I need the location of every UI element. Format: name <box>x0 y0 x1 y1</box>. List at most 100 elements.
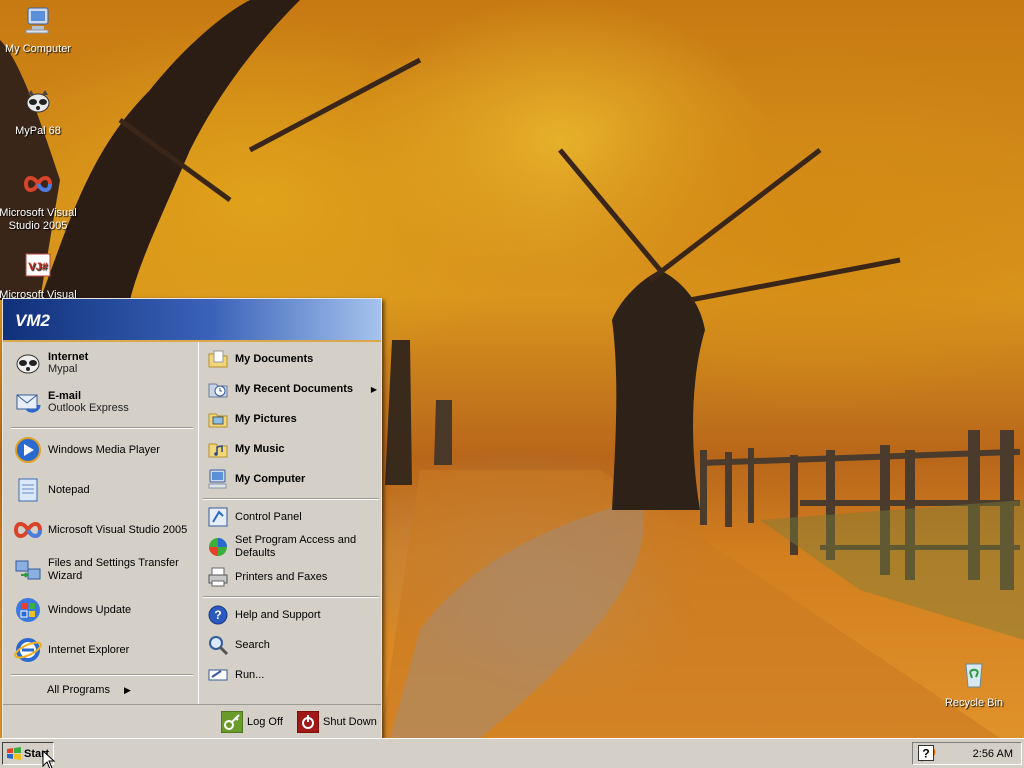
clock[interactable]: 2:56 AM <box>973 748 1013 760</box>
program-access-defaults-item[interactable]: Set Program Access and Defaults <box>207 532 377 562</box>
log-off-label: Log Off <box>247 716 283 728</box>
my-computer-icon <box>25 7 49 34</box>
setting-label: Set Program Access and Defaults <box>235 534 357 559</box>
place-my-computer[interactable]: My Computer <box>207 466 305 492</box>
visual-j-sharp-icon: VJ# <box>25 253 51 277</box>
svg-text:?: ? <box>214 608 221 622</box>
windows-logo-icon <box>7 746 21 760</box>
recent-item-label: Notepad <box>48 484 90 496</box>
desktop-icon-label: Recycle Bin <box>944 697 1004 709</box>
all-programs-label: All Programs <box>47 684 110 696</box>
recent-documents-icon <box>208 383 228 398</box>
start-menu-user-header: VM2 <box>3 299 381 342</box>
place-my-recent-documents[interactable]: My Recent Documents ▶ <box>207 376 381 402</box>
desktop-icon-visual-j[interactable]: VJ# Microsoft Visual <box>0 250 78 302</box>
place-my-music[interactable]: My Music <box>207 436 285 462</box>
key-icon <box>221 711 243 733</box>
folder-documents-icon <box>208 350 228 368</box>
raccoon-icon <box>16 354 40 374</box>
recent-item-label: Windows Media Player <box>48 444 160 456</box>
recent-item-label: Microsoft Visual Studio 2005 <box>48 524 188 536</box>
raccoon-icon <box>26 90 50 113</box>
tool-label: Run... <box>235 669 265 681</box>
arrow-right-icon: ▶ <box>370 384 377 394</box>
recent-files-settings-transfer[interactable]: Files and Settings Transfer Wizard <box>13 554 193 586</box>
search-item[interactable]: Search <box>207 632 270 658</box>
desktop-icon-mypal[interactable]: MyPal 68 <box>0 86 78 138</box>
internet-explorer-icon <box>14 638 42 662</box>
pinned-item-subtitle: Outlook Express <box>48 402 129 414</box>
control-panel-item[interactable]: Control Panel <box>207 504 302 530</box>
help-tray-icon[interactable]: ? <box>918 745 934 761</box>
start-menu-programs-column: Internet Mypal E-mail Outlook Express Wi… <box>3 342 198 704</box>
desktop-icon-visual-studio-2005[interactable]: Microsoft Visual Studio 2005 <box>0 168 78 233</box>
outlook-express-icon <box>16 394 41 413</box>
run-icon <box>208 669 228 681</box>
start-menu-places-column: My Documents My Recent Documents ▶ My Pi… <box>198 342 381 704</box>
recent-internet-explorer[interactable]: Internet Explorer <box>13 634 129 666</box>
desktop-icon-my-computer[interactable]: My Computer <box>0 4 78 56</box>
program-defaults-icon <box>209 538 227 556</box>
shut-down-label: Shut Down <box>323 716 377 728</box>
desktop-icon-label: My Computer <box>4 43 72 55</box>
control-panel-icon <box>208 507 228 527</box>
recycle-bin-icon <box>965 663 983 688</box>
desktop-icon-label: MyPal 68 <box>15 125 61 137</box>
place-label: My Music <box>235 443 285 455</box>
setting-label: Control Panel <box>235 511 302 523</box>
pinned-item-title: Internet <box>48 351 89 363</box>
log-off-button[interactable]: Log Off <box>221 711 283 733</box>
notepad-icon <box>18 478 38 502</box>
windows-update-icon <box>16 598 40 622</box>
pinned-item-title: E-mail <box>48 390 82 402</box>
run-item[interactable]: Run... <box>207 662 264 688</box>
recent-notepad[interactable]: Notepad <box>13 474 90 506</box>
printer-icon <box>208 567 228 587</box>
pinned-item-subtitle: Mypal <box>48 363 78 375</box>
start-menu: VM2 Internet Mypal E-mail Outlook Expres… <box>2 298 382 740</box>
power-icon <box>297 711 319 733</box>
pinned-email[interactable]: E-mail Outlook Express <box>13 386 129 418</box>
place-my-pictures[interactable]: My Pictures <box>207 406 297 432</box>
transfer-wizard-icon <box>15 560 41 580</box>
place-label: My Documents <box>235 353 314 365</box>
user-name: VM2 <box>15 311 50 330</box>
svg-text:?: ? <box>922 747 929 761</box>
mouse-cursor-icon <box>42 750 56 768</box>
visual-studio-icon <box>13 522 43 538</box>
desktop-icon-label: Microsoft Visual Studio 2005 <box>0 207 77 232</box>
svg-text:VJ#: VJ# <box>28 261 48 273</box>
tool-label: Search <box>235 639 270 651</box>
place-my-documents[interactable]: My Documents <box>207 346 313 372</box>
place-label: My Pictures <box>235 413 297 425</box>
taskbar: Start 2:56 AM <box>0 738 1024 768</box>
separator <box>203 498 379 500</box>
desktop-icon-recycle-bin[interactable]: Recycle Bin <box>934 658 1014 710</box>
recent-windows-media-player[interactable]: Windows Media Player <box>13 434 160 466</box>
recent-item-label: Windows Update <box>48 604 132 616</box>
media-player-icon <box>15 437 41 463</box>
folder-pictures-icon <box>208 413 228 428</box>
printers-faxes-item[interactable]: Printers and Faxes <box>207 564 327 590</box>
recent-windows-update[interactable]: Windows Update <box>13 594 131 626</box>
search-icon <box>209 636 229 656</box>
shut-down-button[interactable]: Shut Down <box>297 711 377 733</box>
separator <box>11 427 193 429</box>
help-support-item[interactable]: ? Help and Support <box>207 602 321 628</box>
recent-item-label: Internet Explorer <box>48 644 130 656</box>
setting-label: Printers and Faxes <box>235 571 328 583</box>
separator <box>203 596 379 598</box>
start-menu-footer: Log Off Shut Down <box>3 704 381 739</box>
recent-visual-studio-2005[interactable]: Microsoft Visual Studio 2005 <box>13 514 187 546</box>
visual-studio-icon <box>23 176 53 192</box>
folder-music-icon <box>208 443 228 458</box>
pinned-internet[interactable]: Internet Mypal <box>13 347 88 379</box>
place-label: My Recent Documents <box>235 383 353 395</box>
all-programs-button[interactable]: All Programs ▶ <box>47 682 131 698</box>
separator <box>11 674 193 676</box>
place-label: My Computer <box>235 473 306 485</box>
tool-label: Help and Support <box>235 609 321 621</box>
help-icon: ? <box>208 605 228 625</box>
recent-item-label: Files and Settings Transfer Wizard <box>48 557 179 582</box>
arrow-right-icon: ▶ <box>123 684 131 695</box>
